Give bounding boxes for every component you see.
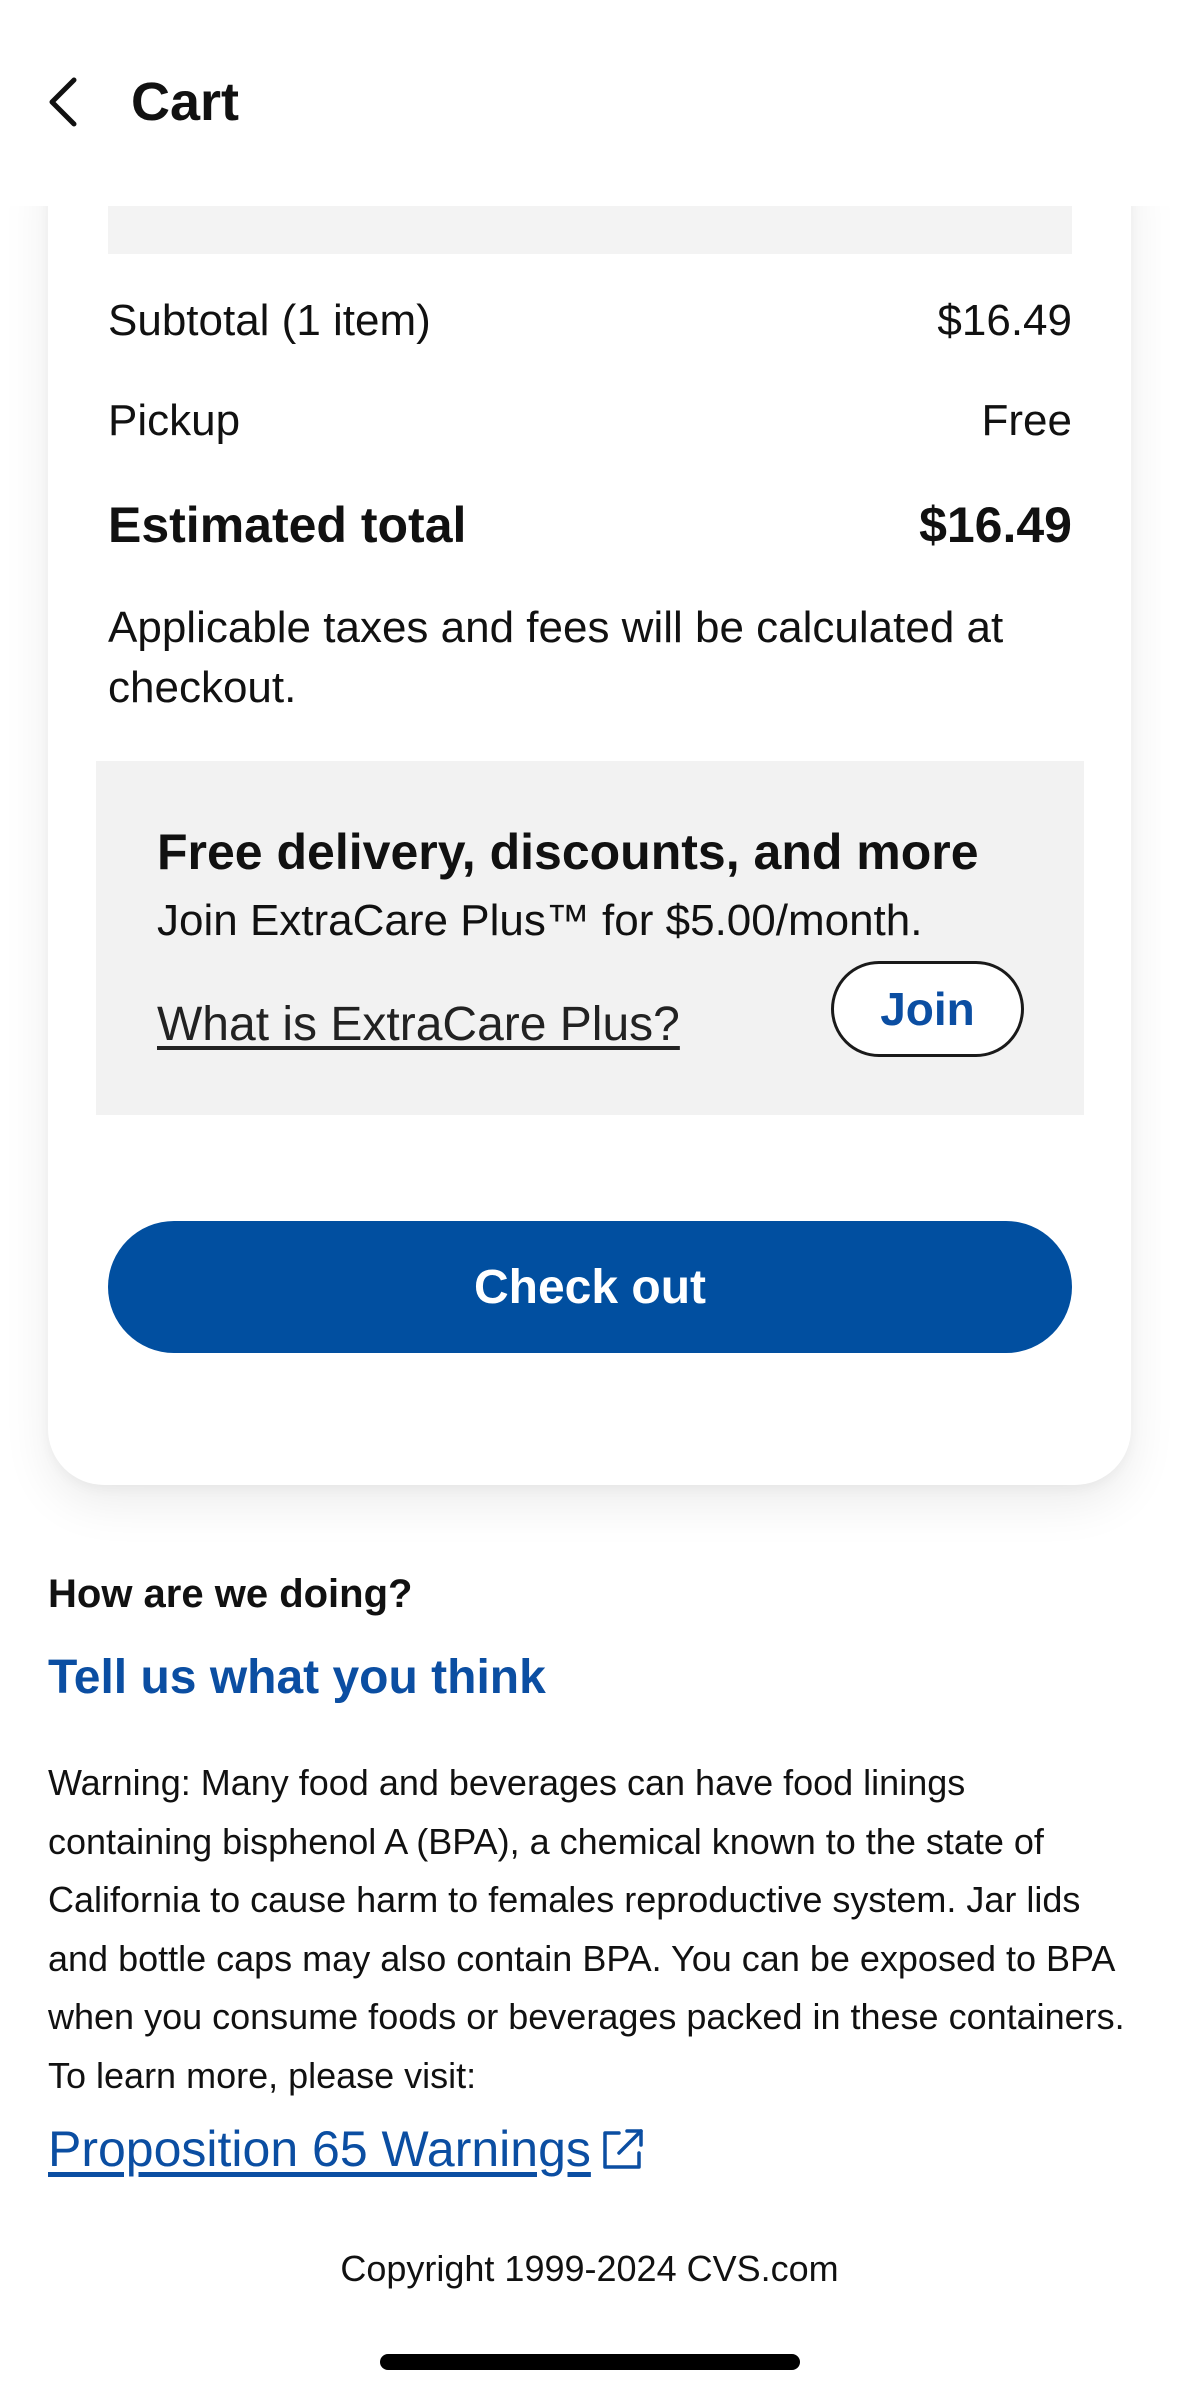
bpa-warning-text: Warning: Many food and beverages can hav… [48, 1762, 1125, 2096]
checkout-button[interactable]: Check out [108, 1221, 1072, 1353]
home-indicator[interactable] [380, 2354, 800, 2370]
back-button[interactable] [34, 68, 94, 136]
prop65-warnings-link[interactable]: Proposition 65 Warnings [48, 2120, 647, 2178]
pickup-row: Pickup Free [108, 396, 1072, 446]
cart-item-area [108, 206, 1072, 254]
page-title: Cart [131, 72, 240, 132]
extracare-plus-promo: Free delivery, discounts, and more Join … [96, 761, 1084, 1115]
prop65-link-text: Proposition 65 Warnings [48, 2121, 591, 2177]
cart-page: Cart Subtotal (1 item) $16.49 Pickup Fre… [0, 0, 1179, 2396]
external-link-icon [603, 2129, 643, 2169]
subtotal-value: $16.49 [937, 296, 1072, 345]
estimated-total-row: Estimated total $16.49 [108, 496, 1072, 554]
pickup-value: Free [981, 396, 1072, 445]
promo-subtitle: Join ExtraCare Plus™ for $5.00/month. [157, 896, 923, 945]
estimated-total-value: $16.49 [919, 497, 1072, 553]
promo-title: Free delivery, discounts, and more [157, 824, 979, 880]
copyright-text: Copyright 1999-2024 CVS.com [340, 2248, 839, 2289]
app-header: Cart [0, 0, 1179, 206]
what-is-extracare-plus-link[interactable]: What is ExtraCare Plus? [157, 997, 680, 1052]
chevron-left-icon [49, 77, 77, 127]
subtotal-row: Subtotal (1 item) $16.49 [108, 296, 1072, 346]
estimated-total-label: Estimated total [108, 497, 467, 553]
join-button[interactable]: Join [831, 961, 1024, 1057]
feedback-link[interactable]: Tell us what you think [48, 1650, 546, 1705]
subtotal-label: Subtotal (1 item) [108, 296, 431, 345]
feedback-question: How are we doing? [48, 1572, 413, 1616]
pickup-label: Pickup [108, 396, 241, 445]
tax-note: Applicable taxes and fees will be calcul… [108, 603, 1004, 712]
